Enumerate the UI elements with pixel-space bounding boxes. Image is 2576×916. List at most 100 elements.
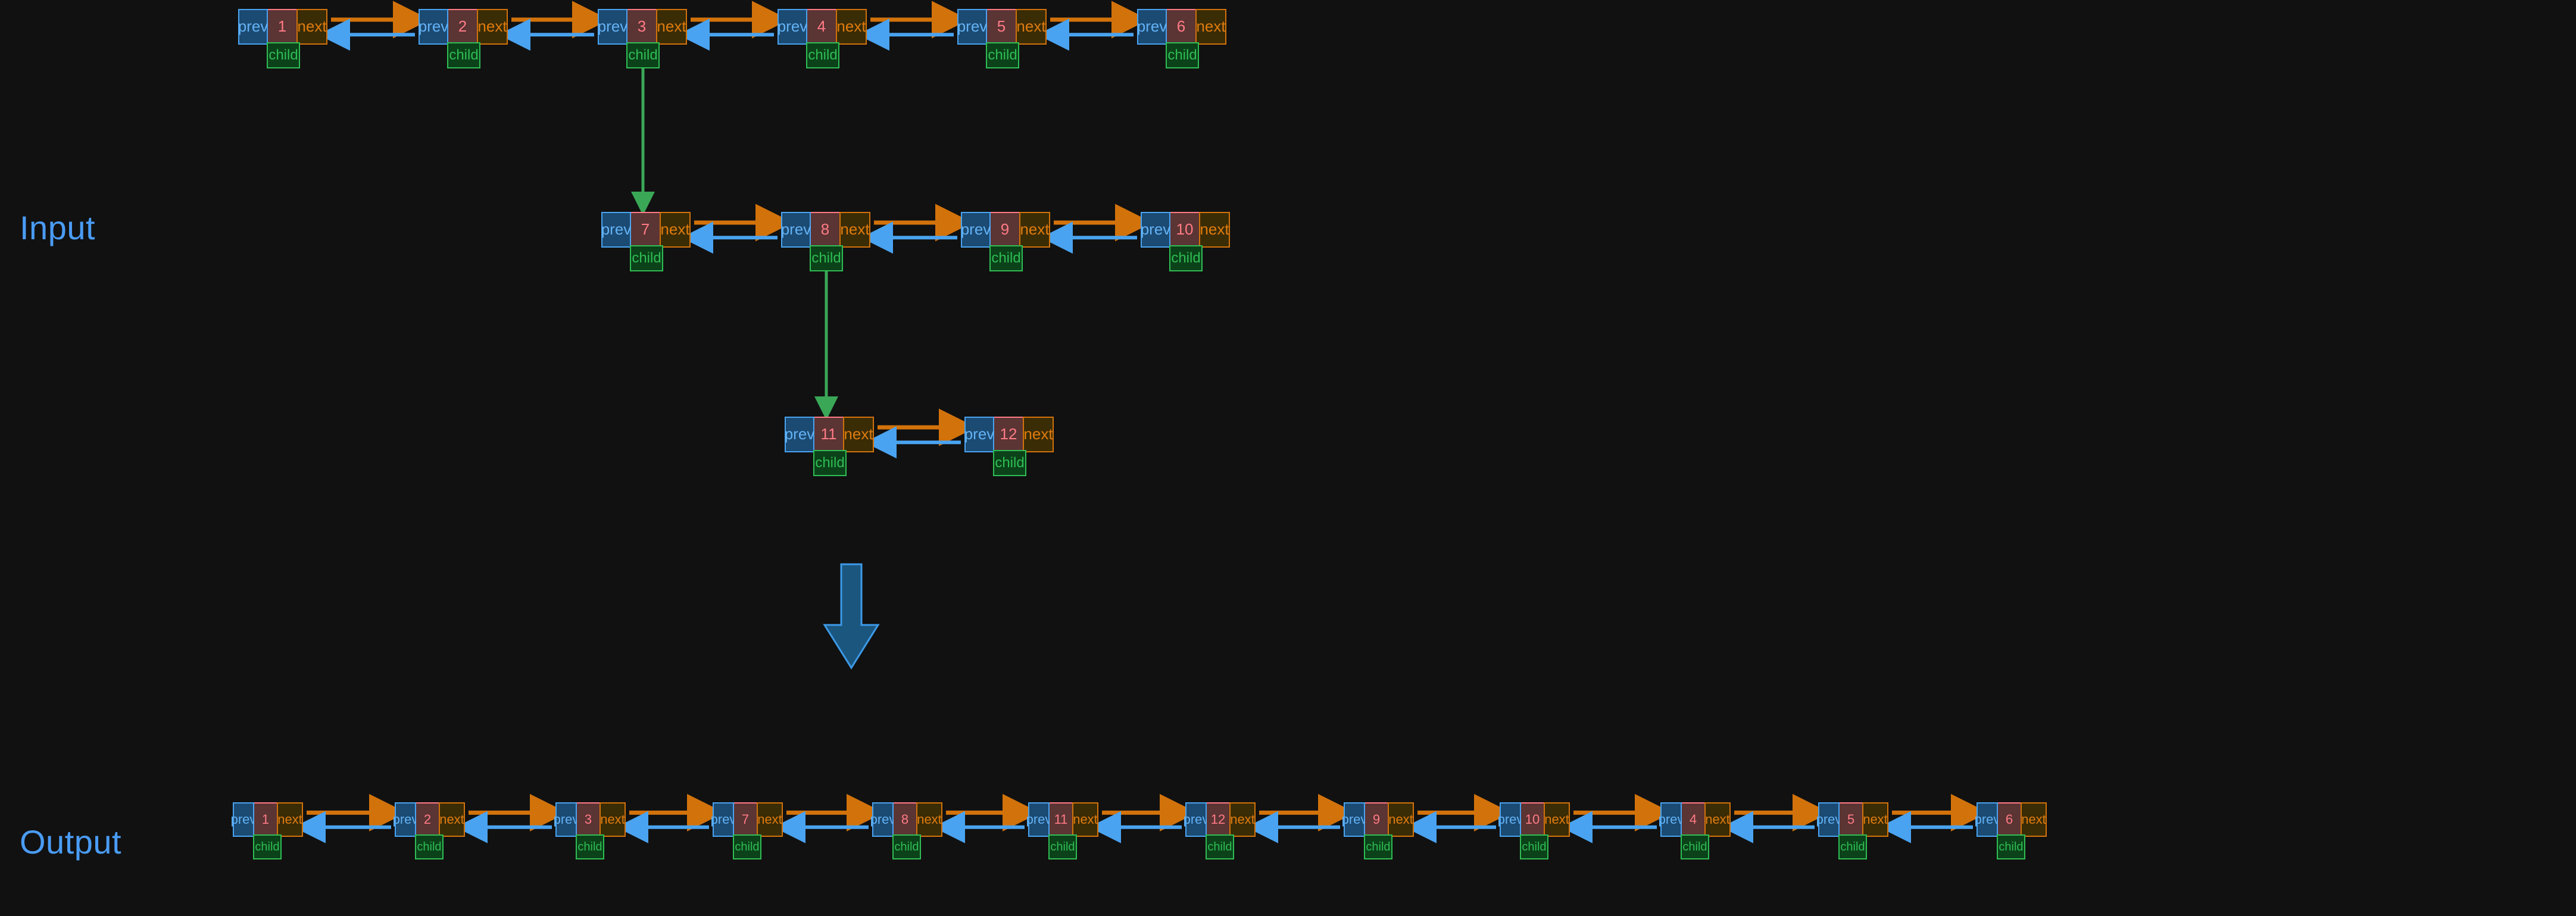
- node-prev-pointer: prev: [1498, 802, 1523, 837]
- node-value: 7: [734, 802, 757, 837]
- node-child-pointer: child: [576, 834, 604, 859]
- node-child-pointer: child: [986, 42, 1019, 68]
- node-next-pointer: next: [839, 212, 870, 248]
- output-list-node-4: prev 4 next child: [1659, 802, 1731, 859]
- node-value: 8: [894, 802, 916, 837]
- output-section-label: Output: [20, 823, 122, 861]
- node-next-pointer: next: [843, 417, 874, 452]
- output-list-node-3: prev 3 next child: [554, 802, 626, 859]
- node-child-pointer: child: [1206, 834, 1234, 859]
- node-next-pointer: next: [1544, 802, 1570, 837]
- node-child-pointer: child: [733, 834, 761, 859]
- node-value: 7: [631, 212, 660, 248]
- node-value: 5: [987, 9, 1016, 45]
- node-value: 11: [1050, 802, 1072, 837]
- node-value: 5: [1840, 802, 1862, 837]
- node-next-pointer: next: [439, 802, 465, 837]
- node-next-pointer: next: [1019, 212, 1050, 248]
- node-prev-pointer: prev: [1137, 9, 1167, 45]
- node-next-pointer: next: [836, 9, 867, 45]
- node-value: 4: [807, 9, 836, 45]
- node-child-pointer: child: [630, 245, 663, 271]
- list-node-level1-2: prev 2 next child: [419, 9, 508, 68]
- node-next-pointer: next: [599, 802, 626, 837]
- node-child-pointer: child: [806, 42, 839, 68]
- node-next-pointer: next: [656, 9, 687, 45]
- node-next-pointer: next: [1229, 802, 1256, 837]
- list-node-level2-10: prev 10 next child: [1141, 212, 1230, 271]
- node-next-pointer: next: [1072, 802, 1098, 837]
- node-prev-pointer: prev: [238, 9, 268, 45]
- node-child-pointer: child: [1520, 834, 1548, 859]
- node-child-pointer: child: [892, 834, 921, 859]
- output-list-node-11: prev 11 next child: [1026, 802, 1098, 859]
- node-value: 1: [268, 9, 296, 45]
- node-prev-pointer: prev: [957, 9, 987, 45]
- diagram-canvas: Input Output prev 1 next child prev 2 next chil…: [0, 0, 2576, 916]
- list-node-level2-9: prev 9 next child: [961, 212, 1050, 271]
- node-prev-pointer: prev: [1184, 802, 1209, 837]
- output-list-node-8: prev 8 next child: [870, 802, 942, 859]
- node-value: 2: [416, 802, 439, 837]
- node-next-pointer: next: [1862, 802, 1888, 837]
- node-prev-pointer: prev: [964, 417, 994, 452]
- node-child-pointer: child: [626, 42, 660, 68]
- node-child-pointer: child: [415, 834, 444, 859]
- node-next-pointer: next: [1704, 802, 1731, 837]
- node-next-pointer: next: [757, 802, 783, 837]
- node-child-pointer: child: [1838, 834, 1867, 859]
- node-child-pointer: child: [1166, 42, 1199, 68]
- node-prev-pointer: prev: [554, 802, 579, 837]
- node-child-pointer: child: [1997, 834, 2025, 859]
- list-node-level3-11: prev 11 next child: [785, 417, 874, 476]
- node-value: 3: [577, 802, 599, 837]
- node-child-pointer: child: [993, 450, 1026, 476]
- list-node-level1-3: prev 3 next child: [598, 9, 687, 68]
- node-next-pointer: next: [477, 9, 508, 45]
- node-value: 9: [1365, 802, 1388, 837]
- list-node-level1-4: prev 4 next child: [778, 9, 867, 68]
- output-list-node-10: prev 10 next child: [1498, 802, 1570, 859]
- output-list-node-7: prev 7 next child: [711, 802, 783, 859]
- node-next-pointer: next: [1023, 417, 1054, 452]
- node-prev-pointer: prev: [1141, 212, 1170, 248]
- node-value: 10: [1521, 802, 1544, 837]
- node-value: 3: [627, 9, 656, 45]
- node-next-pointer: next: [1016, 9, 1047, 45]
- node-child-pointer: child: [989, 245, 1023, 271]
- node-next-pointer: next: [296, 9, 327, 45]
- node-child-pointer: child: [1048, 834, 1077, 859]
- node-child-pointer: child: [813, 450, 847, 476]
- list-node-level3-12: prev 12 next child: [964, 417, 1054, 476]
- node-next-pointer: next: [916, 802, 942, 837]
- list-node-level1-6: prev 6 next child: [1137, 9, 1226, 68]
- node-prev-pointer: prev: [785, 417, 814, 452]
- node-prev-pointer: prev: [419, 9, 448, 45]
- list-node-level1-5: prev 5 next child: [957, 9, 1047, 68]
- node-next-pointer: next: [1199, 212, 1230, 248]
- node-value: 2: [448, 9, 477, 45]
- node-value: 12: [1207, 802, 1229, 837]
- node-value: 8: [811, 212, 839, 248]
- node-prev-pointer: prev: [1975, 802, 2000, 837]
- node-child-pointer: child: [267, 42, 300, 68]
- node-prev-pointer: prev: [961, 212, 991, 248]
- node-prev-pointer: prev: [781, 212, 811, 248]
- output-list-node-2: prev 2 next child: [393, 802, 465, 859]
- node-child-pointer: child: [1169, 245, 1203, 271]
- node-child-pointer: child: [447, 42, 480, 68]
- node-value: 12: [994, 417, 1023, 452]
- node-prev-pointer: prev: [1816, 802, 1841, 837]
- node-prev-pointer: prev: [778, 9, 807, 45]
- node-prev-pointer: prev: [393, 802, 418, 837]
- node-next-pointer: next: [1388, 802, 1414, 837]
- transform-down-arrow: [823, 563, 880, 670]
- node-value: 1: [254, 802, 277, 837]
- arrow-layer: [293, 1, 1988, 843]
- node-next-pointer: next: [277, 802, 303, 837]
- node-value: 9: [991, 212, 1019, 248]
- node-child-pointer: child: [1681, 834, 1709, 859]
- output-list-node-1: prev 1 next child: [231, 802, 303, 859]
- node-next-pointer: next: [1195, 9, 1226, 45]
- node-child-pointer: child: [810, 245, 843, 271]
